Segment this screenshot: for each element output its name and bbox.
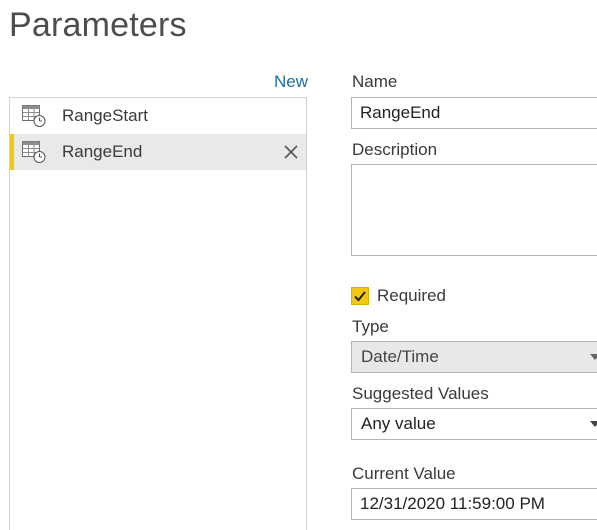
table-clock-icon <box>21 104 47 128</box>
suggested-values-select[interactable]: Any value <box>351 408 597 440</box>
name-label: Name <box>352 72 398 91</box>
required-label: Required <box>377 286 446 305</box>
checkmark-icon <box>354 291 366 302</box>
name-field[interactable]: RangeEnd <box>351 97 597 129</box>
list-item-rangeend[interactable]: RangeEnd <box>10 134 306 170</box>
suggested-values-select-value: Any value <box>361 414 436 433</box>
chevron-down-icon <box>590 421 597 427</box>
current-value-label: Current Value <box>352 464 456 483</box>
required-checkbox[interactable] <box>351 287 369 305</box>
description-field[interactable] <box>351 164 597 256</box>
new-parameter-link[interactable]: New <box>274 72 308 92</box>
list-item-rangestart[interactable]: RangeStart <box>10 98 306 134</box>
chevron-down-icon <box>590 354 597 360</box>
suggested-values-label: Suggested Values <box>352 384 489 403</box>
parameter-list: RangeStart RangeEnd <box>9 97 307 530</box>
description-label: Description <box>352 140 438 159</box>
table-clock-icon <box>21 140 47 164</box>
parameters-dialog: Parameters New RangeStart RangeEnd Name … <box>0 0 597 530</box>
current-value-field[interactable]: 12/31/2020 11:59:00 PM <box>351 488 597 520</box>
page-title: Parameters <box>9 6 187 44</box>
list-item-label: RangeEnd <box>62 142 143 161</box>
list-item-label: RangeStart <box>62 106 148 125</box>
type-label: Type <box>352 317 389 336</box>
type-select-value: Date/Time <box>361 347 439 366</box>
close-icon[interactable] <box>282 143 300 161</box>
type-select[interactable]: Date/Time <box>351 341 597 373</box>
